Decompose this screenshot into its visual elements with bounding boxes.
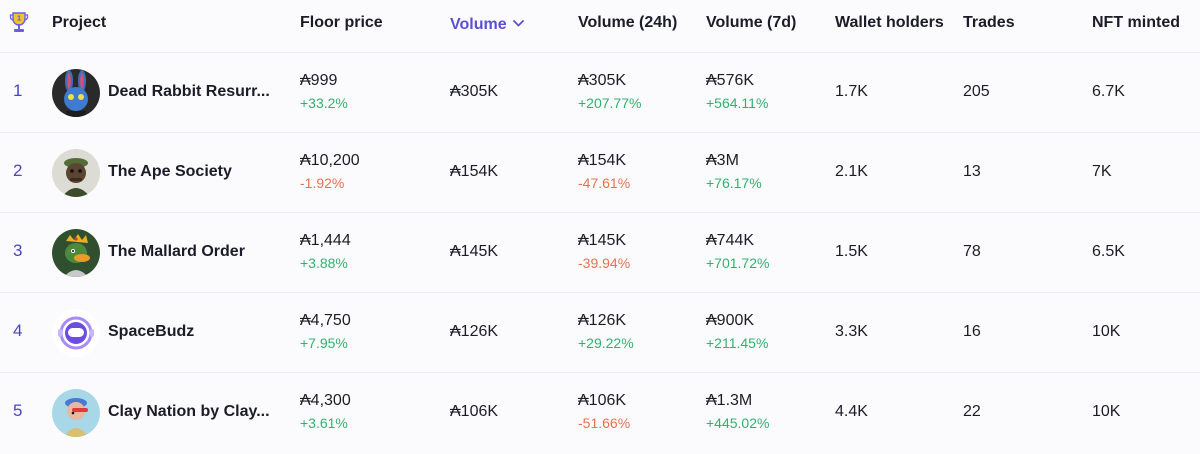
volume-7d-change: +701.72% (706, 255, 770, 271)
header-volume-label: Volume (450, 16, 507, 33)
volume-7d: ₳900K (706, 312, 755, 329)
wallet-holders: 1.5K (835, 243, 868, 260)
rank: 5 (13, 401, 23, 420)
table-row[interactable]: 4 SpaceBudz ₳4,750 +7.95% ₳126K ₳126K +2… (0, 292, 1200, 372)
volume: ₳106K (450, 403, 499, 420)
rank: 2 (13, 161, 23, 180)
project-name[interactable]: SpaceBudz (108, 323, 273, 341)
volume-7d: ₳1.3M (706, 392, 753, 409)
header-nft-minted[interactable]: NFT minted (1092, 14, 1180, 32)
rank: 3 (13, 241, 23, 260)
nft-minted: 10K (1092, 403, 1121, 420)
volume-24h-change: -51.66% (578, 415, 631, 431)
volume-24h: ₳106K (578, 392, 627, 409)
volume-7d: ₳744K (706, 232, 755, 249)
floor-price: ₳10,200 (300, 152, 360, 169)
volume-24h-change: -39.94% (578, 255, 631, 271)
trades: 78 (963, 243, 981, 260)
project-avatar (52, 229, 100, 277)
volume: ₳145K (450, 243, 499, 260)
volume-24h: ₳305K (578, 72, 627, 89)
nft-minted: 6.5K (1092, 243, 1125, 260)
header-project[interactable]: Project (52, 14, 106, 32)
volume-24h: ₳145K (578, 232, 627, 249)
volume-7d-change: +445.02% (706, 415, 770, 431)
project-name[interactable]: The Mallard Order (108, 243, 273, 261)
table-row[interactable]: 2 The Ape Society ₳10,200 -1.92% ₳154K ₳… (0, 132, 1200, 212)
chevron-down-icon (512, 14, 524, 32)
header-volume-sort[interactable]: Volume (450, 14, 524, 34)
trades: 16 (963, 323, 981, 340)
table-row[interactable]: 5 Clay Nation by Clay... ₳4,300 +3.61% ₳… (0, 372, 1200, 452)
wallet-holders: 2.1K (835, 163, 868, 180)
floor-change: +7.95% (300, 335, 348, 351)
volume-24h-change: +29.22% (578, 335, 634, 351)
volume-24h-change: +207.77% (578, 95, 642, 111)
floor-change: +33.2% (300, 95, 348, 111)
project-name[interactable]: Clay Nation by Clay... (108, 403, 273, 421)
project-avatar (52, 389, 100, 437)
rank: 1 (13, 81, 23, 100)
nft-minted: 7K (1092, 163, 1112, 180)
header-wallet-holders[interactable]: Wallet holders (835, 14, 944, 32)
volume-7d-change: +564.11% (706, 95, 769, 111)
trades: 22 (963, 403, 981, 420)
floor-price: ₳4,300 (300, 392, 351, 409)
volume: ₳305K (450, 83, 499, 100)
header-floor-price[interactable]: Floor price (300, 14, 383, 32)
volume-7d-change: +76.17% (706, 175, 762, 191)
wallet-holders: 3.3K (835, 323, 868, 340)
nft-minted: 10K (1092, 323, 1121, 340)
trades: 205 (963, 83, 990, 100)
trophy-icon: 1 (9, 11, 29, 40)
collections-table: 1 Project Floor price Volume Volume (24h… (0, 0, 1200, 454)
volume-7d: ₳576K (706, 72, 755, 89)
floor-change: -1.92% (300, 175, 345, 191)
table-row[interactable]: 3 The Mallard Order ₳1,444 +3.88% ₳145K … (0, 212, 1200, 292)
wallet-holders: 1.7K (835, 83, 868, 100)
rank: 4 (13, 321, 23, 340)
volume-24h-change: -47.61% (578, 175, 631, 191)
wallet-holders: 4.4K (835, 403, 868, 420)
project-avatar (52, 309, 100, 357)
trades: 13 (963, 163, 981, 180)
floor-change: +3.88% (300, 255, 348, 271)
header-trades[interactable]: Trades (963, 14, 1015, 32)
volume: ₳126K (450, 323, 499, 340)
floor-change: +3.61% (300, 415, 348, 431)
project-avatar (52, 149, 100, 197)
table-header: 1 Project Floor price Volume Volume (24h… (0, 0, 1200, 48)
header-volume-24h[interactable]: Volume (24h) (578, 14, 677, 32)
header-volume-7d[interactable]: Volume (7d) (706, 14, 796, 32)
volume-24h: ₳126K (578, 312, 627, 329)
floor-price: ₳999 (300, 72, 338, 89)
project-avatar (52, 69, 100, 117)
table-row[interactable]: 1 Dead Rabbit Resurr... ₳999 +33.2% ₳305… (0, 52, 1200, 132)
volume-24h: ₳154K (578, 152, 627, 169)
floor-price: ₳4,750 (300, 312, 351, 329)
project-name[interactable]: Dead Rabbit Resurr... (108, 83, 273, 101)
svg-text:1: 1 (17, 15, 22, 23)
floor-price: ₳1,444 (300, 232, 351, 249)
volume-7d: ₳3M (706, 152, 739, 169)
volume-7d-change: +211.45% (706, 335, 769, 351)
project-name[interactable]: The Ape Society (108, 163, 273, 181)
nft-minted: 6.7K (1092, 83, 1125, 100)
volume: ₳154K (450, 163, 499, 180)
